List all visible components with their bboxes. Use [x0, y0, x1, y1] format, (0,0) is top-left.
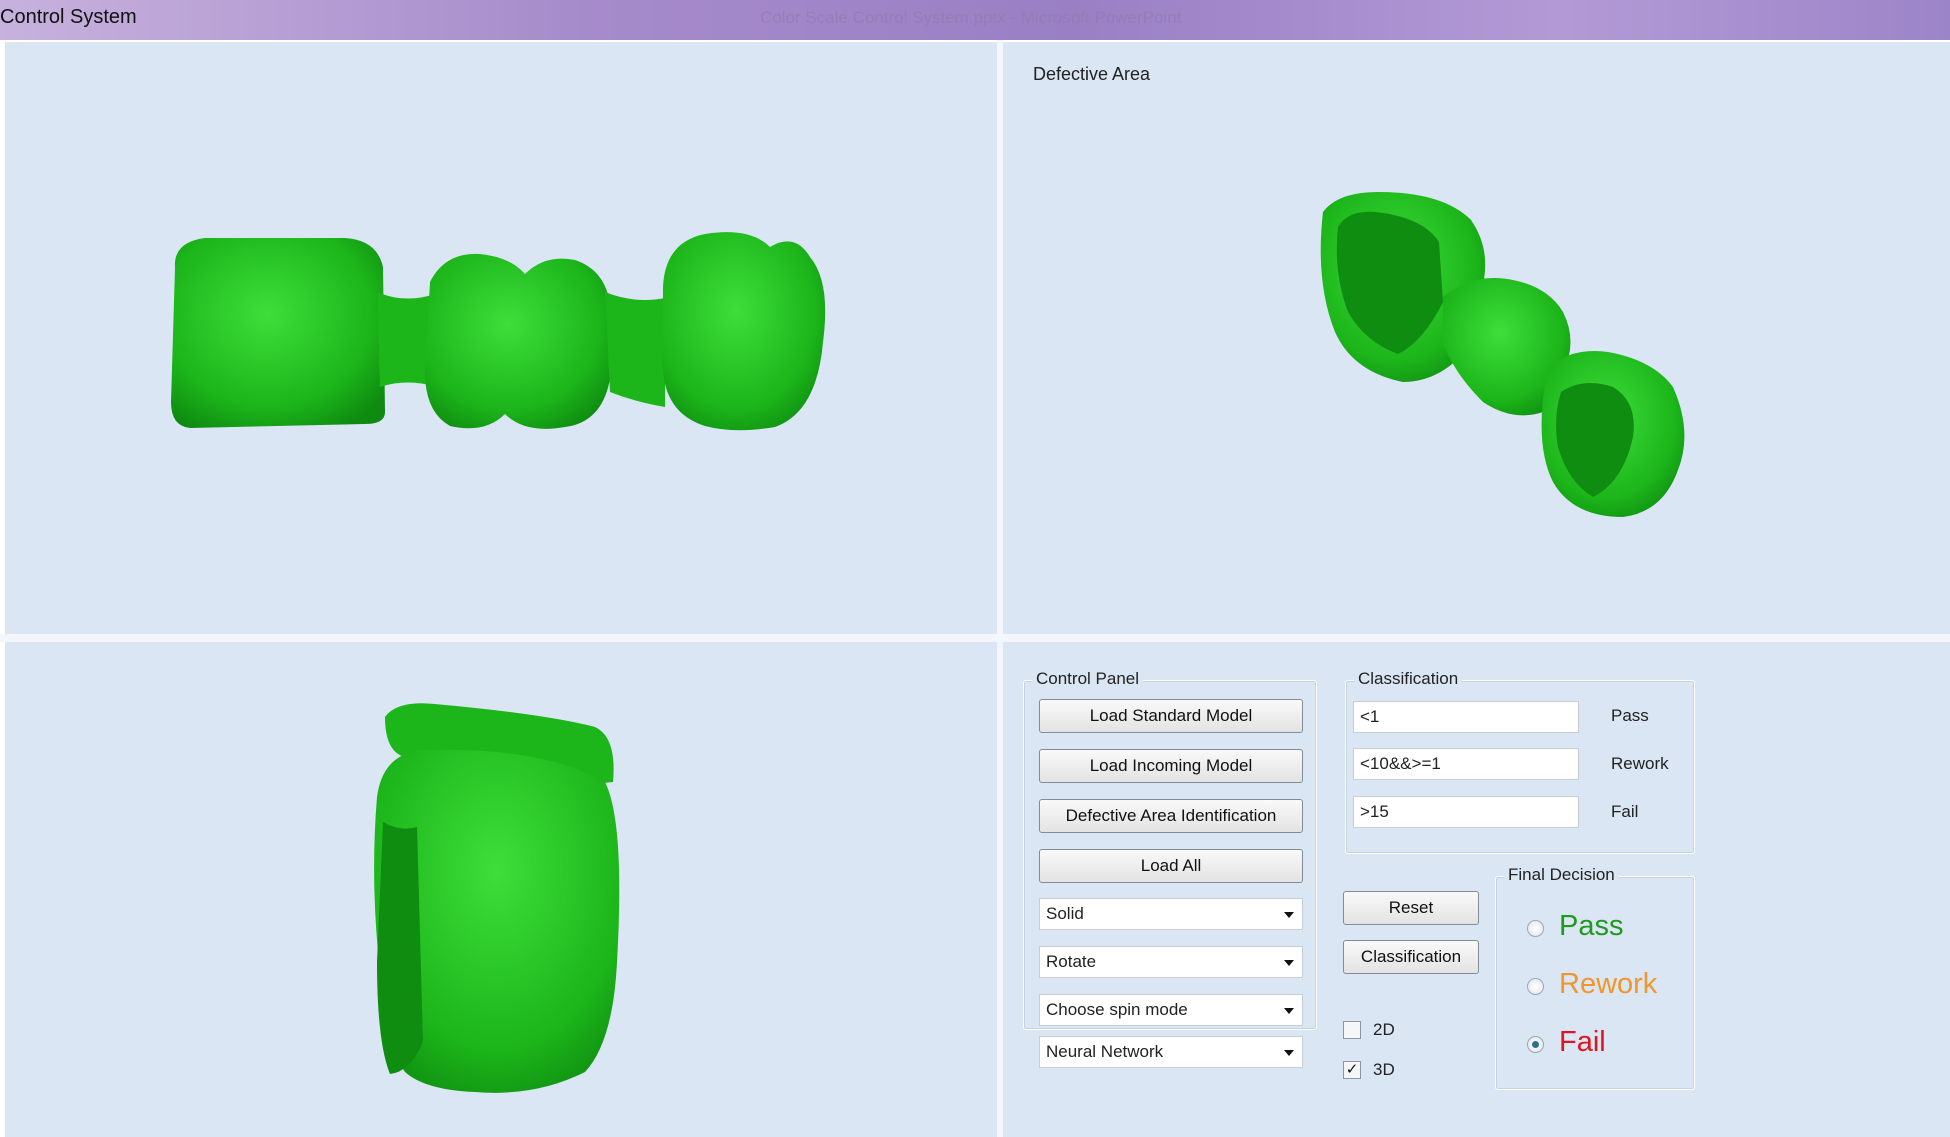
- interaction-mode-value: Rotate: [1046, 952, 1097, 971]
- control-area: Control Panel Load Standard Model Load I…: [1003, 642, 1950, 1137]
- pass-threshold-input[interactable]: [1353, 701, 1579, 733]
- window-center-title: Color Scale Control System.pptx - Micros…: [760, 8, 1182, 27]
- viewport-side-view[interactable]: [5, 642, 997, 1137]
- spin-mode-value: Choose spin mode: [1046, 1000, 1188, 1019]
- algorithm-value: Neural Network: [1046, 1042, 1164, 1061]
- load-standard-model-button[interactable]: Load Standard Model: [1039, 699, 1303, 733]
- fail-threshold-input[interactable]: [1353, 796, 1579, 828]
- pass-threshold-label: Pass: [1611, 706, 1649, 725]
- classification-title: Classification: [1354, 669, 1463, 689]
- chevron-down-icon: [1284, 960, 1294, 966]
- viewport-splitter-horizontal[interactable]: [0, 634, 1950, 642]
- chevron-down-icon: [1284, 1050, 1294, 1056]
- dental-bridge-front-model[interactable]: [5, 42, 997, 634]
- viewport-defective-area[interactable]: Defective Area: [1003, 42, 1950, 634]
- rework-threshold-label: Rework: [1611, 754, 1669, 773]
- rework-threshold-input[interactable]: [1353, 748, 1579, 780]
- window-title-bar: Control System Color Scale Control Syste…: [0, 0, 1950, 40]
- control-panel-title: Control Panel: [1032, 669, 1144, 689]
- final-rework-label: Rework: [1559, 968, 1658, 1000]
- defective-area-identification-button[interactable]: Defective Area Identification: [1039, 799, 1303, 833]
- render-mode-select[interactable]: Solid: [1039, 898, 1303, 930]
- final-decision-title: Final Decision: [1504, 865, 1619, 885]
- checkbox-3d[interactable]: ✓: [1343, 1061, 1361, 1079]
- checkbox-2d[interactable]: [1343, 1021, 1361, 1039]
- final-fail-label: Fail: [1559, 1026, 1606, 1058]
- render-mode-value: Solid: [1046, 904, 1084, 923]
- fail-threshold-label: Fail: [1611, 802, 1639, 821]
- chevron-down-icon: [1284, 1008, 1294, 1014]
- dental-bridge-defect-model[interactable]: [1003, 42, 1950, 634]
- checkbox-3d-label: 3D: [1373, 1060, 1395, 1079]
- load-all-button[interactable]: Load All: [1039, 849, 1303, 883]
- window-title: Control System: [0, 6, 137, 28]
- final-pass-radio[interactable]: [1527, 920, 1544, 937]
- checkbox-2d-label: 2D: [1373, 1020, 1395, 1039]
- algorithm-select[interactable]: Neural Network: [1039, 1036, 1303, 1068]
- final-rework-radio[interactable]: [1527, 978, 1544, 995]
- spin-mode-select[interactable]: Choose spin mode: [1039, 994, 1303, 1026]
- viewport-front-view[interactable]: [5, 42, 997, 634]
- final-fail-radio[interactable]: [1527, 1036, 1544, 1053]
- interaction-mode-select[interactable]: Rotate: [1039, 946, 1303, 978]
- final-pass-label: Pass: [1559, 910, 1624, 942]
- defective-area-label: Defective Area: [1033, 64, 1151, 84]
- classification-button[interactable]: Classification: [1343, 940, 1479, 974]
- chevron-down-icon: [1284, 912, 1294, 918]
- dental-bridge-side-model[interactable]: [5, 642, 997, 1137]
- reset-button[interactable]: Reset: [1343, 891, 1479, 925]
- load-incoming-model-button[interactable]: Load Incoming Model: [1039, 749, 1303, 783]
